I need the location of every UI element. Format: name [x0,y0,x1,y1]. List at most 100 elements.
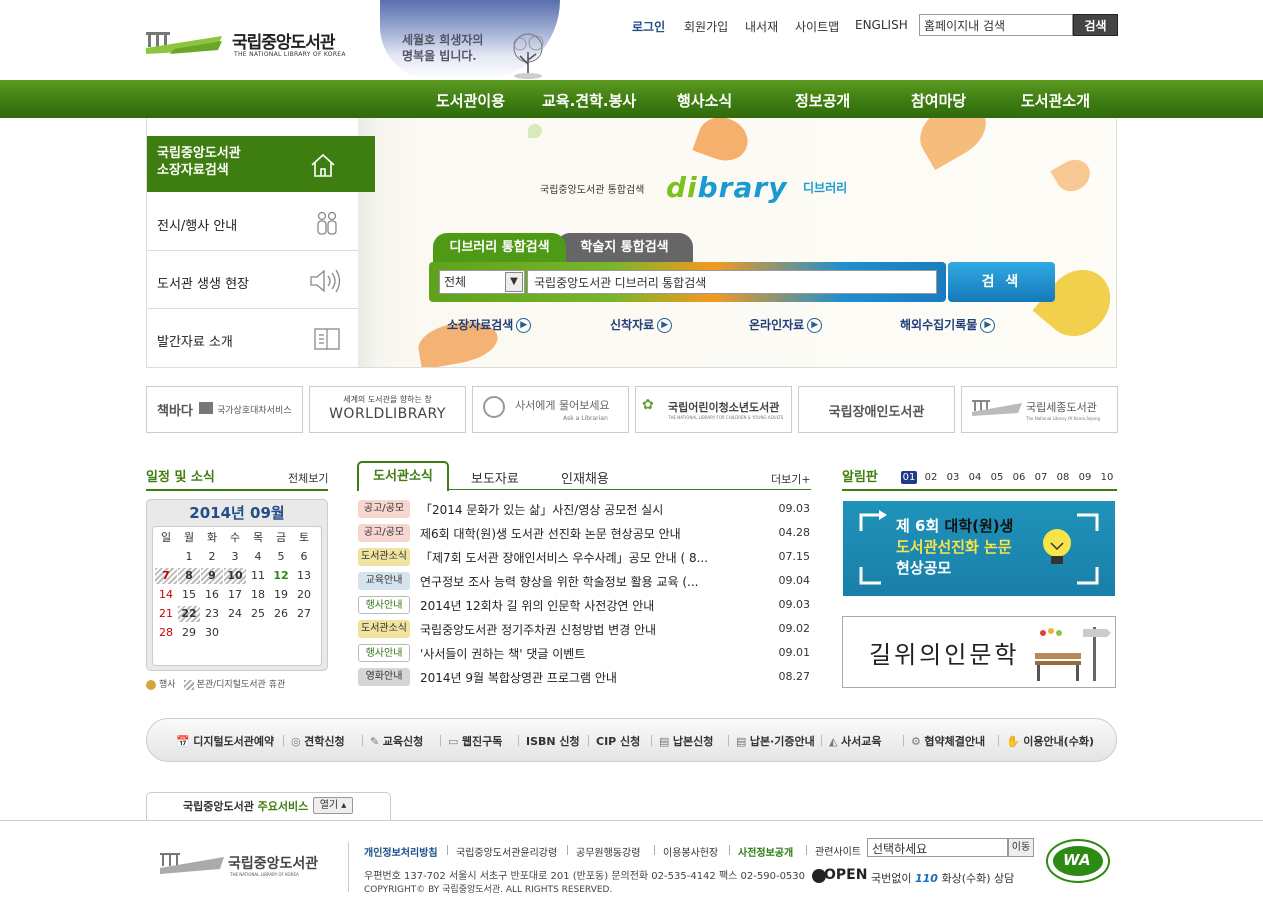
calendar-day[interactable]: 13 [293,568,315,584]
notice-page-07[interactable]: 07 [1033,471,1049,484]
quick-service-item[interactable]: ⚙ 협약체결안내 [911,733,985,749]
calendar-day[interactable]: 5 [270,549,292,565]
calendar-day[interactable]: 3 [224,549,246,565]
site-logo[interactable]: 국립중앙도서관 THE NATIONAL LIBRARY OF KOREA [146,26,356,62]
news-row[interactable]: 공고/공모 「2014 문화가 있는 삶」사진/영상 공모전 실시 09.03 [358,498,810,520]
notice-page-01[interactable]: 01 [901,471,917,484]
link-online-materials[interactable]: 온라인자료 ▶ [749,316,823,333]
calendar-day[interactable]: 29 [178,625,200,641]
calendar-day[interactable]: 17 [224,587,246,603]
calendar-day[interactable]: 27 [293,606,315,622]
calendar-day[interactable]: 11 [247,568,269,584]
news-row[interactable]: 영화안내 2014년 9월 복합상영관 프로그램 안내 08.27 [358,666,810,688]
menu-collection-search[interactable]: 국립중앙도서관 소장자료검색 [147,136,375,192]
news-title[interactable]: 「2014 문화가 있는 삶」사진/영상 공모전 실시 [420,501,740,518]
nav-events[interactable]: 행사소식 [677,90,732,111]
notice-page-04[interactable]: 04 [967,471,983,484]
notice-card-humanities-road[interactable]: 길위의인문학 [842,616,1116,688]
news-title[interactable]: 2014년 12회차 길 위의 인문학 사전강연 안내 [420,597,740,614]
calendar-day[interactable]: 4 [247,549,269,565]
calendar-day[interactable]: 22 [178,606,200,622]
link-overseas-records[interactable]: 해외수집기록물 ▶ [900,316,996,333]
calendar-day[interactable]: 23 [201,606,223,622]
site-search-button[interactable]: 검색 [1073,14,1118,36]
quick-service-item[interactable]: 📅 디지털도서관예약 [176,733,274,749]
nav-library-use[interactable]: 도서관이용 [436,90,505,111]
menu-exhibitions[interactable]: 전시/행사 안내 [147,194,358,251]
news-row[interactable]: 도서관소식 「제7회 도서관 장애인서비스 우수사례」공모 안내 ( 8... 07… [358,546,810,568]
quick-service-item[interactable]: ▤ 납본신청 [659,733,713,749]
footer-ethics-link[interactable]: 국립중앙도서관윤리강령 [456,844,557,859]
calendar-day[interactable]: 6 [293,549,315,565]
my-library-link[interactable]: 내서재 [745,18,778,35]
notice-page-08[interactable]: 08 [1055,471,1071,484]
calendar-day[interactable]: 16 [201,587,223,603]
news-row[interactable]: 공고/공모 제6회 대학(원)생 도서관 선진화 논문 현상공모 안내 04.28 [358,522,810,544]
english-link[interactable]: ENGLISH [855,18,908,32]
calendar-day[interactable]: 28 [155,625,177,641]
menu-live-scene[interactable]: 도서관 생생 현장 [147,252,358,309]
news-title[interactable]: 「제7회 도서관 장애인서비스 우수사례」공모 안내 ( 8... [420,549,740,566]
login-link[interactable]: 로그인 [632,18,665,35]
banner-children-library[interactable]: ✿ 국립어린이청소년도서관 THE NATIONAL LIBRARY FOR C… [635,386,792,433]
quick-service-item[interactable]: ✋ 이용안내(수화) [1006,733,1094,749]
notice-page-10[interactable]: 10 [1099,471,1115,484]
news-row[interactable]: 행사안내 '사서들이 권하는 책' 댓글 이벤트 09.01 [358,642,810,664]
notice-page-02[interactable]: 02 [923,471,939,484]
calendar-day[interactable]: 12 [270,568,292,584]
calendar-day[interactable]: 10 [224,568,246,584]
calendar-day[interactable]: 8 [178,568,200,584]
tab-journal-search[interactable]: 학술지 통합검색 [556,233,693,263]
banner-world-library[interactable]: 세계의 도서관을 향하는 창 WORLDLIBRARY [309,386,466,433]
news-title[interactable]: '사서들이 권하는 책' 댓글 이벤트 [420,645,740,662]
search-scope-select[interactable]: 전체 ▼ [439,270,525,294]
calendar-day[interactable]: 1 [178,549,200,565]
dibrary-search-button[interactable]: 검 색 [948,262,1055,302]
footer-service-charter-link[interactable]: 이용봉사헌장 [663,844,718,859]
sitemap-link[interactable]: 사이트맵 [795,18,839,35]
banner-disabled-library[interactable]: 국립장애인도서관 [798,386,955,433]
tab-recruitment[interactable]: 인재채용 [561,468,609,487]
news-row[interactable]: 행사안내 2014년 12회차 길 위의 인문학 사전강연 안내 09.03 [358,594,810,616]
link-holdings-search[interactable]: 소장자료검색 ▶ [447,316,532,333]
calendar-day[interactable]: 24 [224,606,246,622]
quick-service-item[interactable]: ISBN 신청 [526,733,580,749]
calendar-day[interactable]: 21 [155,606,177,622]
tab-integrated-search[interactable]: 디브러리 통합검색 [433,233,566,263]
calendar-day[interactable]: 15 [178,587,200,603]
main-service-open-button[interactable]: 열기 ▴ [313,797,353,814]
calendar-day[interactable]: 14 [155,587,177,603]
schedule-more-link[interactable]: 전체보기 [288,470,328,486]
menu-publications[interactable]: 발간자료 소개 [147,310,358,368]
calendar-day[interactable]: 26 [270,606,292,622]
signup-link[interactable]: 회원가입 [684,18,728,35]
footer-privacy-link[interactable]: 개인정보처리방침 [364,844,438,859]
banner-chaekbada[interactable]: 책바다 국가상호대차서비스 [146,386,303,433]
related-sites-go-button[interactable]: 이동 [1008,838,1034,857]
notice-page-03[interactable]: 03 [945,471,961,484]
footer-disclosure-link[interactable]: 사전정보공개 [738,844,793,859]
calendar-day[interactable]: 20 [293,587,315,603]
quick-service-item[interactable]: ◎ 견학신청 [291,733,345,749]
calendar-day[interactable]: 9 [201,568,223,584]
quick-service-item[interactable]: ▤ 납본·기증안내 [736,733,815,749]
quick-service-item[interactable]: CIP 신청 [596,733,640,749]
calendar-day[interactable]: 18 [247,587,269,603]
site-search-input[interactable] [919,14,1073,36]
banner-sejong-library[interactable]: 국립세종도서관 The National Library Of Korea,Se… [961,386,1118,433]
calendar-day[interactable]: 2 [201,549,223,565]
link-new-arrivals[interactable]: 신착자료 ▶ [610,316,673,333]
news-more-link[interactable]: 더보기+ [771,471,811,487]
notice-card-thesis-contest[interactable]: 제 6회 대학(원)생 도서관선진화 논문 현상공모 [843,501,1115,596]
nav-info-disclosure[interactable]: 정보공개 [795,90,850,111]
dibrary-search-input[interactable] [527,270,937,294]
tab-press-release[interactable]: 보도자료 [471,468,519,487]
news-row[interactable]: 도서관소식 국립중앙도서관 정기주차권 신청방법 변경 안내 09.02 [358,618,810,640]
notice-page-05[interactable]: 05 [989,471,1005,484]
quick-service-item[interactable]: ◭ 사서교육 [829,733,881,749]
related-sites-select[interactable]: 선택하세요 [867,838,1008,857]
news-title[interactable]: 연구정보 조사 능력 향상을 위한 학술정보 활용 교육 (... [420,573,740,590]
news-title[interactable]: 제6회 대학(원)생 도서관 선진화 논문 현상공모 안내 [420,525,740,542]
tab-library-news[interactable]: 도서관소식 [357,461,449,491]
calendar-day[interactable]: 19 [270,587,292,603]
